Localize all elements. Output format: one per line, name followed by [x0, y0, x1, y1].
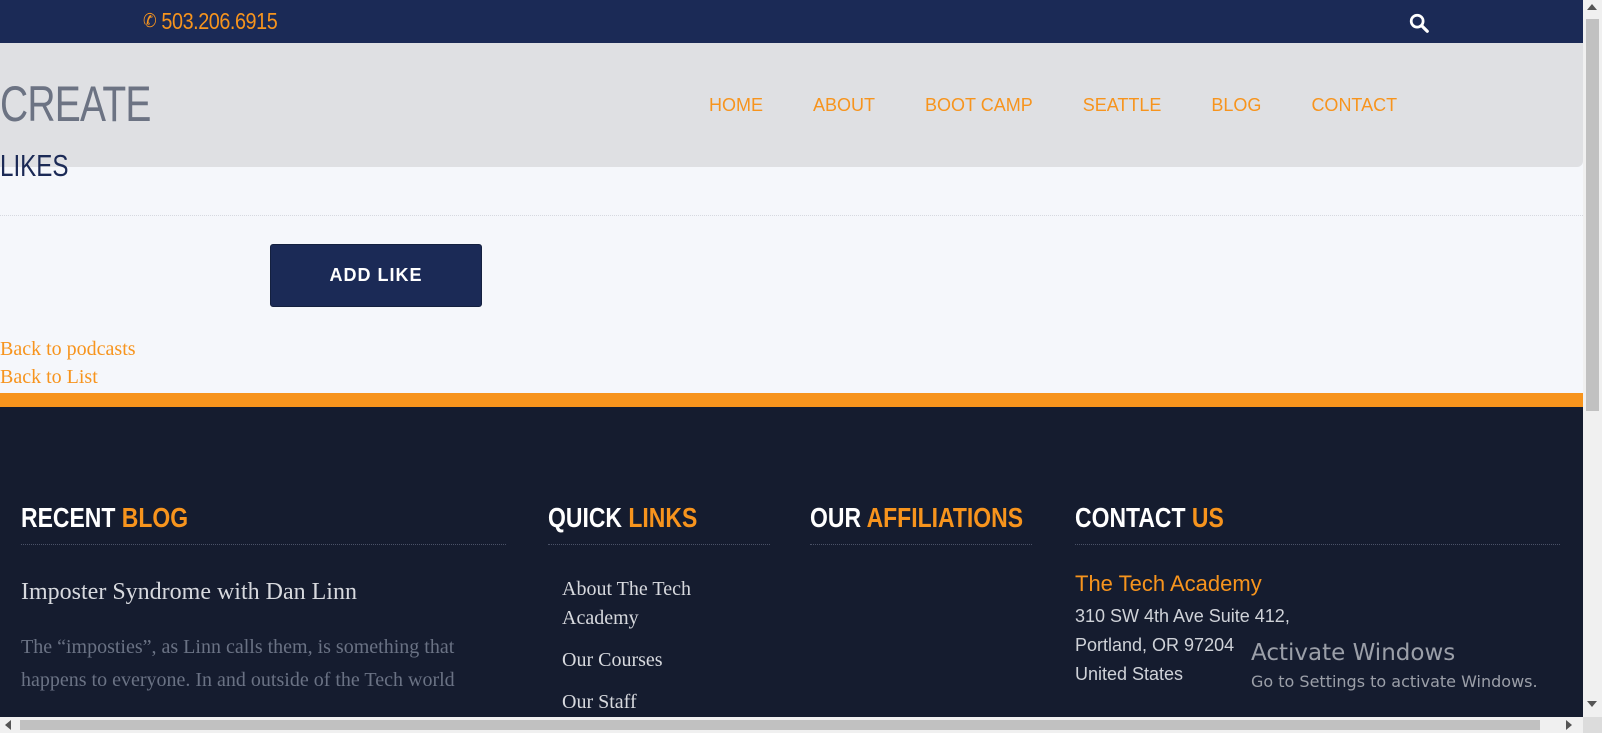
scroll-up-arrow-icon[interactable]	[1587, 4, 1597, 10]
contact-org-name[interactable]: The Tech Academy	[1075, 571, 1262, 597]
nav-item-boot-camp[interactable]: BOOT CAMP	[925, 95, 1033, 116]
heading-accent: BLOG	[121, 502, 189, 533]
blog-post-excerpt: The “imposties”, as Linn calls them, is …	[21, 636, 455, 691]
nav-item-blog[interactable]: BLOG	[1211, 95, 1261, 116]
heading-rule	[21, 544, 506, 545]
heading-accent: US	[1191, 502, 1224, 533]
horizontal-scroll-thumb[interactable]	[20, 720, 1540, 730]
scrollbar-corner	[1583, 717, 1602, 733]
heading-rule	[1075, 544, 1560, 545]
nav-item-about[interactable]: ABOUT	[813, 95, 875, 116]
contact-us-heading: CONTACT US	[1075, 502, 1224, 534]
phone-text: 503.206.6915	[161, 8, 278, 34]
affiliations-heading: OUR AFFILIATIONS	[810, 502, 1023, 534]
vertical-scroll-thumb[interactable]	[1586, 19, 1599, 411]
phone-number[interactable]: ✆ 503.206.6915	[143, 8, 278, 35]
blog-post-title[interactable]: Imposter Syndrome with Dan Linn	[21, 579, 357, 606]
nav-item-home[interactable]: HOME	[709, 95, 763, 116]
heading-white: RECENT	[21, 502, 116, 533]
phone-icon: ✆	[143, 11, 157, 32]
heading-rule	[548, 544, 770, 545]
contact-address-line: United States	[1075, 664, 1184, 684]
quick-links-list: About The Tech Academy Our Courses Our S…	[562, 575, 762, 730]
heading-accent: LINKS	[628, 502, 698, 533]
nav-item-contact[interactable]: CONTACT	[1311, 95, 1397, 116]
page-title-line2: LIKES	[0, 148, 69, 183]
heading-rule	[810, 544, 1032, 545]
main-nav: HOME ABOUT BOOT CAMP SEATTLE BLOG CONTAC…	[709, 95, 1447, 116]
contact-address-line: Portland, OR 97204	[1075, 635, 1235, 655]
contact-address-line: 310 SW 4th Ave Suite 412,	[1075, 606, 1290, 626]
top-bar: ✆ 503.206.6915	[0, 0, 1583, 43]
footer-accent-bar	[0, 393, 1583, 407]
recent-blog-heading: RECENT BLOG	[21, 502, 188, 534]
heading-white: QUICK	[548, 502, 622, 533]
quick-link-staff[interactable]: Our Staff	[562, 688, 762, 717]
horizontal-scrollbar[interactable]	[0, 717, 1583, 733]
content-divider	[0, 215, 1583, 216]
scroll-left-arrow-icon[interactable]	[5, 720, 11, 730]
search-icon[interactable]	[1408, 12, 1430, 34]
scroll-right-arrow-icon[interactable]	[1566, 720, 1572, 730]
quick-link-courses[interactable]: Our Courses	[562, 646, 762, 675]
back-to-list-link[interactable]: Back to List	[0, 366, 98, 389]
heading-accent: AFFILIATIONS	[866, 502, 1024, 533]
add-like-button[interactable]: ADD LIKE	[270, 244, 482, 307]
vertical-scrollbar[interactable]	[1583, 0, 1602, 717]
heading-white: OUR	[810, 502, 862, 533]
heading-white: CONTACT	[1075, 502, 1186, 533]
windows-activation-watermark: Activate Windows Go to Settings to activ…	[1251, 640, 1538, 691]
quick-links-heading: QUICK LINKS	[548, 502, 697, 534]
watermark-title: Activate Windows	[1251, 640, 1456, 666]
page-title-line1: CREATE	[0, 76, 151, 132]
nav-item-seattle[interactable]: SEATTLE	[1083, 95, 1162, 116]
quick-link-about[interactable]: About The Tech Academy	[562, 575, 762, 633]
watermark-subtitle: Go to Settings to activate Windows.	[1251, 672, 1538, 691]
back-to-podcasts-link[interactable]: Back to podcasts	[0, 338, 136, 361]
scroll-down-arrow-icon[interactable]	[1587, 701, 1597, 707]
